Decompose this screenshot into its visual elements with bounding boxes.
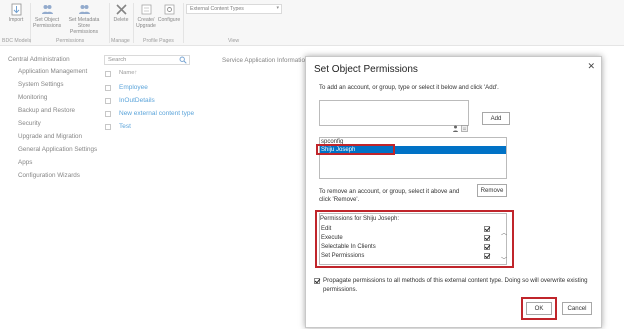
highlight-box-ok: [521, 297, 557, 320]
propagate-text: Propagate permissions to all methods of …: [323, 277, 588, 293]
close-icon[interactable]: ✕: [587, 61, 595, 72]
remove-instructions: To remove an account, or group, select i…: [319, 188, 460, 203]
highlight-box-permissions: [315, 210, 514, 268]
propagate-checkbox[interactable]: [314, 278, 320, 284]
dialog-title: Set Object Permissions: [314, 64, 418, 75]
highlight-box-selected-user: [316, 144, 395, 155]
set-object-permissions-dialog: Set Object Permissions ✕ To add an accou…: [305, 56, 602, 328]
browse-icon[interactable]: [461, 125, 468, 132]
add-button[interactable]: Add: [482, 112, 510, 125]
check-names-icon[interactable]: [452, 125, 459, 132]
account-input[interactable]: [319, 100, 469, 126]
remove-button[interactable]: Remove: [477, 184, 507, 197]
cancel-button[interactable]: Cancel: [562, 302, 592, 315]
add-instructions: To add an account, or group, type or sel…: [319, 84, 499, 91]
